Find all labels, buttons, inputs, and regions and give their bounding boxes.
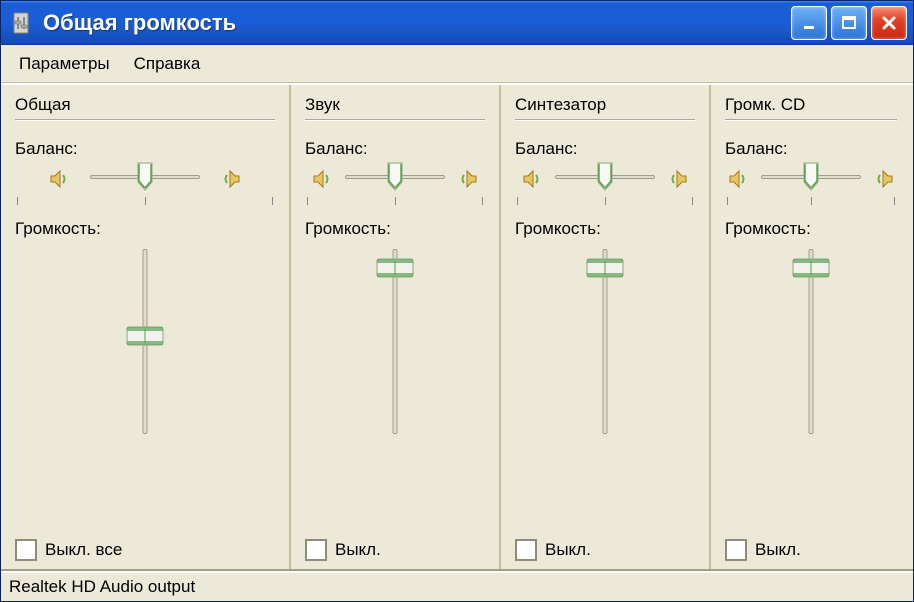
menu-parameters[interactable]: Параметры xyxy=(7,50,122,78)
mute-checkbox[interactable] xyxy=(305,539,327,561)
balance-row xyxy=(305,165,485,193)
channel-panel: Общая Баланс: Громкость: xyxy=(1,85,291,569)
titlebar[interactable]: Общая громкость xyxy=(1,1,913,45)
volume-thumb[interactable] xyxy=(586,258,624,278)
speaker-right-icon xyxy=(455,166,481,192)
mute-row: Выкл. xyxy=(515,539,695,561)
balance-ticks xyxy=(305,197,485,205)
mute-row: Выкл. xyxy=(305,539,485,561)
channel-name: Синтезатор xyxy=(515,95,695,115)
volume-wrap xyxy=(305,249,485,533)
volume-wrap xyxy=(15,249,275,533)
mute-label: Выкл. xyxy=(755,540,801,560)
balance-slider[interactable] xyxy=(761,165,861,193)
app-icon xyxy=(9,9,33,37)
divider xyxy=(15,119,275,121)
volume-wrap xyxy=(515,249,695,533)
balance-row xyxy=(15,165,275,193)
minimize-button[interactable] xyxy=(791,6,827,40)
divider xyxy=(725,119,897,121)
balance-row xyxy=(515,165,695,193)
window-title: Общая громкость xyxy=(43,10,791,36)
balance-thumb[interactable] xyxy=(596,162,614,192)
mute-checkbox[interactable] xyxy=(725,539,747,561)
status-text: Realtek HD Audio output xyxy=(9,577,195,597)
volume-slider[interactable] xyxy=(125,249,165,434)
status-bar: Realtek HD Audio output xyxy=(1,571,913,601)
volume-mixer-window: Общая громкость Параметры Справка Общая … xyxy=(0,0,914,602)
volume-thumb[interactable] xyxy=(126,326,164,346)
speaker-left-icon xyxy=(309,166,335,192)
mute-label: Выкл. все xyxy=(45,540,122,560)
balance-slider[interactable] xyxy=(555,165,655,193)
balance-row xyxy=(725,165,897,193)
channel-name: Громк. CD xyxy=(725,95,897,115)
speaker-right-icon xyxy=(665,166,691,192)
balance-thumb[interactable] xyxy=(386,162,404,192)
balance-label: Баланс: xyxy=(725,139,897,159)
volume-label: Громкость: xyxy=(515,219,695,239)
speaker-right-icon xyxy=(218,166,244,192)
menubar: Параметры Справка xyxy=(1,45,913,83)
speaker-right-icon xyxy=(871,166,897,192)
divider xyxy=(515,119,695,121)
volume-label: Громкость: xyxy=(15,219,275,239)
mute-checkbox[interactable] xyxy=(15,539,37,561)
menu-help[interactable]: Справка xyxy=(122,50,213,78)
mixer-content: Общая Баланс: Громкость: xyxy=(1,83,913,571)
balance-ticks xyxy=(15,197,275,205)
channel-panel: Громк. CD Баланс: Громкость: xyxy=(711,85,911,569)
mute-row: Выкл. все xyxy=(15,539,275,561)
volume-slider[interactable] xyxy=(375,249,415,434)
speaker-left-icon xyxy=(725,166,751,192)
balance-ticks xyxy=(515,197,695,205)
close-button[interactable] xyxy=(871,6,907,40)
channel-panel: Звук Баланс: Громкость: xyxy=(291,85,501,569)
volume-wrap xyxy=(725,249,897,533)
balance-thumb[interactable] xyxy=(802,162,820,192)
balance-label: Баланс: xyxy=(15,139,275,159)
balance-slider[interactable] xyxy=(345,165,445,193)
volume-slider[interactable] xyxy=(791,249,831,434)
divider xyxy=(305,119,485,121)
speaker-left-icon xyxy=(46,166,72,192)
speaker-left-icon xyxy=(519,166,545,192)
maximize-button[interactable] xyxy=(831,6,867,40)
channel-panel: Синтезатор Баланс: Громкость: xyxy=(501,85,711,569)
channel-name: Звук xyxy=(305,95,485,115)
volume-label: Громкость: xyxy=(725,219,897,239)
balance-label: Баланс: xyxy=(305,139,485,159)
window-controls xyxy=(791,6,907,40)
mute-label: Выкл. xyxy=(335,540,381,560)
mute-row: Выкл. xyxy=(725,539,897,561)
channel-name: Общая xyxy=(15,95,275,115)
balance-ticks xyxy=(725,197,897,205)
balance-thumb[interactable] xyxy=(136,162,154,192)
volume-slider[interactable] xyxy=(585,249,625,434)
volume-thumb[interactable] xyxy=(792,258,830,278)
balance-label: Баланс: xyxy=(515,139,695,159)
mute-checkbox[interactable] xyxy=(515,539,537,561)
volume-thumb[interactable] xyxy=(376,258,414,278)
mute-label: Выкл. xyxy=(545,540,591,560)
volume-label: Громкость: xyxy=(305,219,485,239)
balance-slider[interactable] xyxy=(90,165,200,193)
